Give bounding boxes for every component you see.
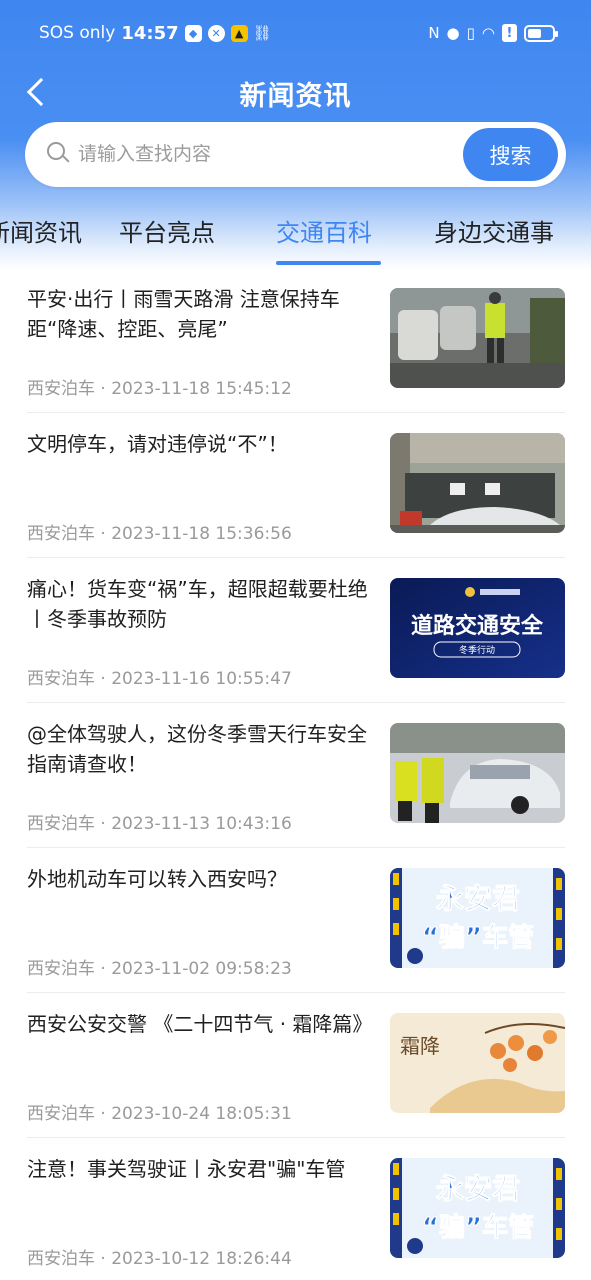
news-source: 西安泊车 bbox=[27, 814, 95, 834]
news-meta: 西安泊车 · 2023-11-13 10:43:16 bbox=[27, 814, 292, 834]
thumbnail-caption: 永安君 bbox=[436, 882, 520, 915]
news-meta: 西安泊车 · 2023-11-16 10:55:47 bbox=[27, 669, 292, 689]
tab-traffic-encyclopedia[interactable]: 交通百科 bbox=[276, 213, 372, 253]
news-thumbnail: 永安君 “骗”车管 bbox=[390, 868, 565, 968]
news-thumbnail: 霜降 bbox=[390, 1013, 565, 1113]
page-title: 新闻资讯 bbox=[239, 81, 352, 112]
link-notification-icon: ⛓ bbox=[252, 24, 272, 42]
tab-local-traffic[interactable]: 身边交通事 bbox=[434, 213, 554, 253]
news-title: 平安·出行丨雨雪天路滑 注意保持车距“降速、控距、亮尾” bbox=[27, 287, 340, 341]
alert-icon: ! bbox=[502, 24, 517, 42]
news-title: 痛心！货车变“祸”车，超限超载要杜绝丨冬季事故预防 bbox=[27, 577, 368, 631]
search-icon bbox=[47, 142, 70, 164]
news-item[interactable]: 西安公安交警 《二十四节气 · 霜降篇》 西安泊车 · 2023-10-24 1… bbox=[27, 993, 565, 1138]
location-icon: ● bbox=[446, 24, 460, 42]
news-date: 2023-11-16 10:55:47 bbox=[111, 669, 292, 689]
news-source: 西安泊车 bbox=[27, 959, 95, 979]
news-item[interactable]: 痛心！货车变“祸”车，超限超载要杜绝丨冬季事故预防 西安泊车 · 2023-11… bbox=[27, 558, 565, 703]
news-meta: 西安泊车 · 2023-10-24 18:05:31 bbox=[27, 1104, 292, 1124]
thumbnail-caption: 霜降 bbox=[400, 1034, 440, 1058]
news-date: 2023-11-02 09:58:23 bbox=[111, 959, 292, 979]
news-meta: 西安泊车 · 2023-11-02 09:58:23 bbox=[27, 959, 292, 979]
thumbnail-subcaption: 冬季行动 bbox=[459, 644, 495, 656]
news-title: 注意！事关驾驶证丨永安君"骗"车管 bbox=[27, 1157, 346, 1181]
news-source: 西安泊车 bbox=[27, 669, 95, 689]
news-meta: 西安泊车 · 2023-10-12 18:26:44 bbox=[27, 1249, 292, 1269]
news-source: 西安泊车 bbox=[27, 1249, 95, 1269]
wifi-icon: ◠ bbox=[481, 24, 495, 42]
news-source: 西安泊车 bbox=[27, 1104, 95, 1124]
news-date: 2023-11-18 15:36:56 bbox=[111, 524, 292, 544]
active-tab-indicator bbox=[276, 261, 381, 265]
thumbnail-subcaption: “骗”车管 bbox=[422, 1212, 534, 1243]
news-item[interactable]: @全体驾驶人，这份冬季雪天行车安全指南请查收！ 西安泊车 · 2023-11-1… bbox=[27, 703, 565, 848]
status-bar: SOS only 14:57 ◆ ✕ ▲ ⛓ N ● ▯ ◠ ! bbox=[0, 0, 591, 64]
tab-platform-highlights[interactable]: 平台亮点 bbox=[119, 213, 215, 253]
news-date: 2023-10-24 18:05:31 bbox=[111, 1104, 292, 1124]
news-meta: 西安泊车 · 2023-11-18 15:45:12 bbox=[27, 379, 292, 399]
news-source: 西安泊车 bbox=[27, 379, 95, 399]
status-right: N ● ▯ ◠ ! bbox=[428, 20, 558, 46]
news-source: 西安泊车 bbox=[27, 524, 95, 544]
category-tabs: 新闻资讯 平台亮点 交通百科 身边交通事 bbox=[0, 205, 591, 265]
news-item[interactable]: 注意！事关驾驶证丨永安君"骗"车管 西安泊车 · 2023-10-12 18:2… bbox=[27, 1138, 565, 1280]
news-item[interactable]: 平安·出行丨雨雪天路滑 注意保持车距“降速、控距、亮尾” 西安泊车 · 2023… bbox=[27, 268, 565, 413]
news-item[interactable]: 外地机动车可以转入西安吗？ 西安泊车 · 2023-11-02 09:58:23… bbox=[27, 848, 565, 993]
news-title: @全体驾驶人，这份冬季雪天行车安全指南请查收！ bbox=[27, 722, 367, 776]
news-date: 2023-11-18 15:45:12 bbox=[111, 379, 292, 399]
news-thumbnail: 道路交通安全 冬季行动 bbox=[390, 578, 565, 678]
news-thumbnail bbox=[390, 433, 565, 533]
news-thumbnail bbox=[390, 723, 565, 823]
news-title: 西安公安交警 《二十四节气 · 霜降篇》 bbox=[27, 1012, 373, 1036]
battery-icon bbox=[524, 24, 558, 42]
tab-news[interactable]: 新闻资讯 bbox=[0, 213, 82, 253]
search-button[interactable]: 搜索 bbox=[463, 128, 558, 181]
thumbnail-caption: 道路交通安全 bbox=[411, 613, 544, 639]
news-item[interactable]: 文明停车，请对违停说“不”！ 西安泊车 · 2023-11-18 15:36:5… bbox=[27, 413, 565, 558]
app-notification-icon: ▲ bbox=[230, 24, 248, 42]
status-left: SOS only 14:57 ◆ ✕ ▲ ⛓ bbox=[39, 20, 272, 46]
thumbnail-subcaption: “骗”车管 bbox=[422, 922, 534, 953]
thumbnail-caption: 永安君 bbox=[436, 1172, 520, 1205]
news-date: 2023-10-12 18:26:44 bbox=[111, 1249, 292, 1269]
close-notification-icon: ✕ bbox=[207, 24, 225, 42]
nav-bar: 新闻资讯 bbox=[0, 64, 591, 120]
vibrate-icon: ▯ bbox=[466, 24, 475, 42]
battery-level bbox=[528, 28, 541, 38]
news-date: 2023-11-13 10:43:16 bbox=[111, 814, 292, 834]
carrier-text: SOS only bbox=[39, 23, 116, 43]
search-bar: 搜索 bbox=[25, 122, 566, 187]
news-thumbnail: 永安君 “骗”车管 bbox=[390, 1158, 565, 1258]
nfc-icon: N bbox=[428, 24, 440, 42]
news-thumbnail bbox=[390, 288, 565, 388]
clock: 14:57 bbox=[121, 22, 179, 44]
shield-notification-icon: ◆ bbox=[184, 24, 202, 42]
search-input[interactable] bbox=[78, 134, 448, 174]
news-title: 外地机动车可以转入西安吗？ bbox=[27, 867, 287, 891]
news-meta: 西安泊车 · 2023-11-18 15:36:56 bbox=[27, 524, 292, 544]
news-title: 文明停车，请对违停说“不”！ bbox=[27, 432, 288, 456]
